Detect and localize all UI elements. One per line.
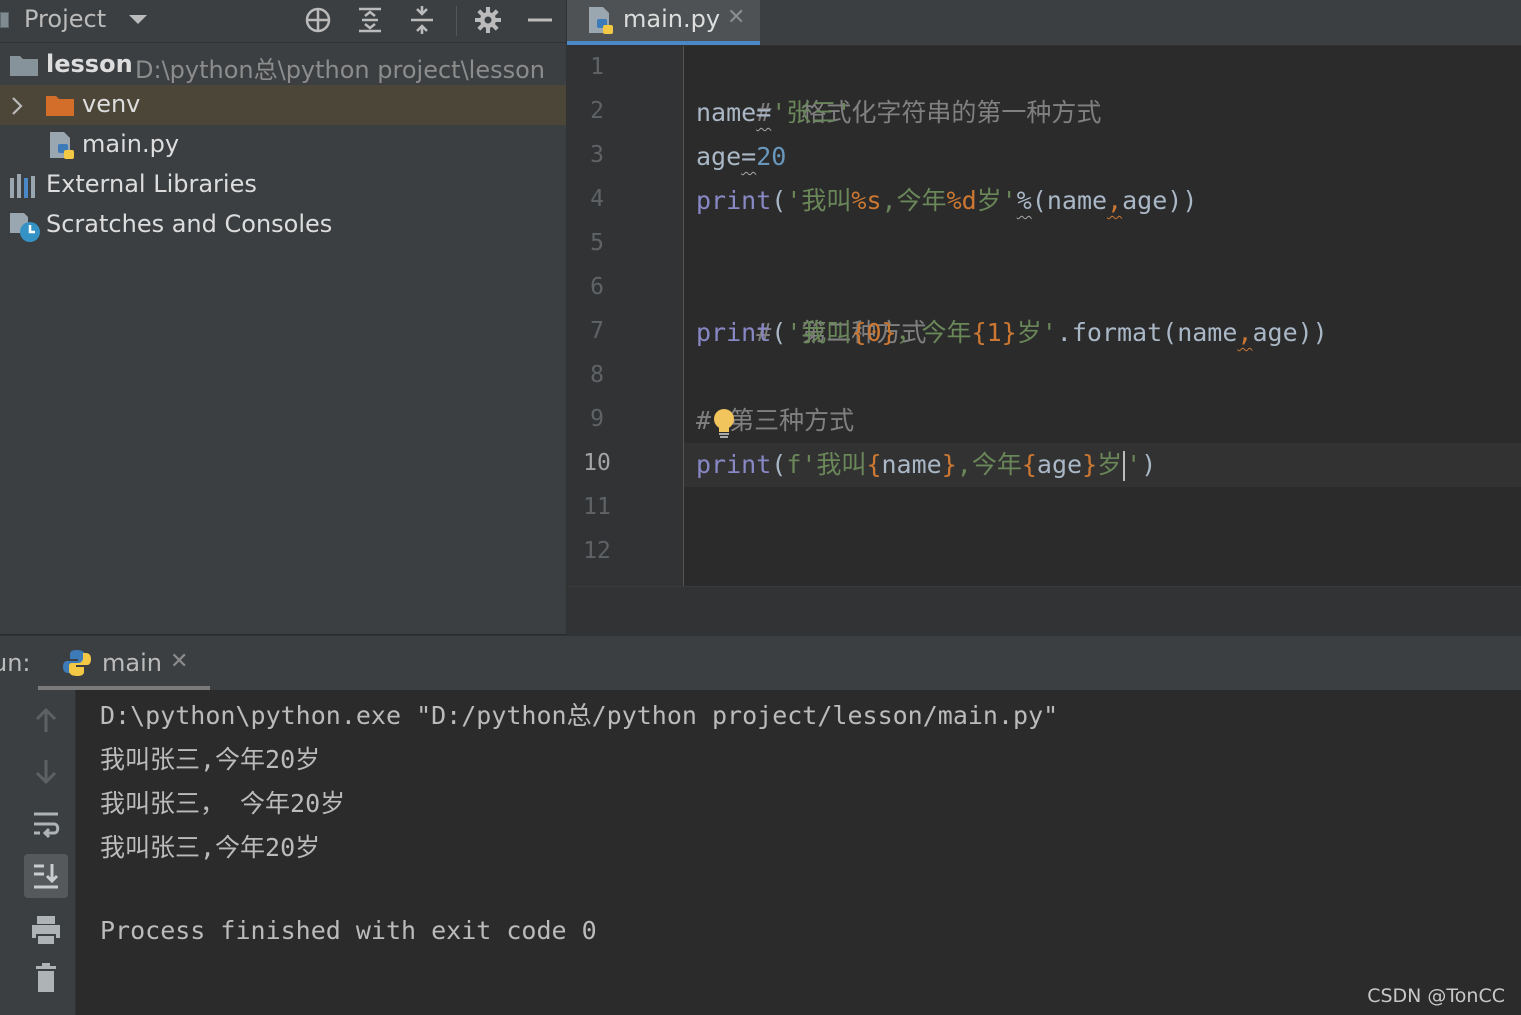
collapse-all-icon[interactable] bbox=[408, 6, 436, 34]
line-number: 12 bbox=[583, 538, 611, 564]
close-icon[interactable]: ✕ bbox=[170, 649, 188, 674]
line-number: 3 bbox=[590, 142, 604, 168]
line-number: 4 bbox=[590, 186, 604, 212]
library-icon bbox=[10, 174, 35, 198]
tree-item-scratches[interactable]: Scratches and Consoles bbox=[0, 205, 566, 245]
print-icon[interactable] bbox=[24, 908, 68, 952]
code-line-6: # 第二种方式 bbox=[756, 318, 927, 347]
minimize-icon[interactable] bbox=[526, 6, 554, 34]
tree-item-external-libraries[interactable]: External Libraries bbox=[0, 165, 566, 205]
trash-icon[interactable] bbox=[24, 956, 68, 1000]
code-line-10: print(f'我叫{name},今年{age}岁 ') bbox=[696, 450, 1157, 481]
lightbulb-icon[interactable] bbox=[711, 408, 737, 440]
gear-icon[interactable] bbox=[474, 6, 502, 34]
line-number: 8 bbox=[590, 362, 604, 388]
line-number-gutter: 1 2 3 4 5 6 7 8 9 10 11 12 bbox=[567, 46, 684, 586]
line-number: 5 bbox=[590, 230, 604, 256]
run-toolbar bbox=[18, 690, 76, 1015]
arrow-down-icon[interactable] bbox=[24, 750, 68, 794]
run-tab-label: main bbox=[102, 649, 162, 677]
line-number: 6 bbox=[590, 274, 604, 300]
editor-empty-area bbox=[567, 586, 1521, 635]
tree-item-label: venv bbox=[82, 90, 141, 118]
line-number: 9 bbox=[590, 406, 604, 432]
line-number: 2 bbox=[590, 98, 604, 124]
tab-main-py[interactable]: main.py ✕ bbox=[567, 0, 760, 45]
project-tool-window: Project lesson D:\python总\python project… bbox=[0, 0, 567, 634]
tree-item-label: lesson bbox=[46, 50, 133, 78]
project-panel-header: Project bbox=[0, 0, 566, 43]
chevron-down-icon[interactable] bbox=[128, 13, 148, 27]
code-line-2: name='张三' bbox=[696, 98, 852, 127]
python-icon bbox=[63, 650, 91, 676]
tree-item-label: Scratches and Consoles bbox=[46, 210, 333, 238]
code-line-1: # 格式化字符串的第一种方式 bbox=[756, 98, 1102, 127]
console-line: 我叫张三,今年20岁 bbox=[100, 745, 321, 774]
line-number: 7 bbox=[590, 318, 604, 344]
project-view-icon bbox=[0, 12, 9, 28]
line-number: 10 bbox=[583, 450, 611, 476]
run-panel-label: un: bbox=[0, 649, 31, 677]
console-line: Process finished with exit code 0 bbox=[100, 916, 597, 945]
tree-item-venv[interactable]: venv bbox=[0, 85, 566, 125]
tree-item-main-py[interactable]: main.py bbox=[0, 125, 566, 165]
scratches-icon bbox=[10, 213, 40, 242]
toolbar-separator bbox=[456, 6, 457, 36]
tree-item-label: main.py bbox=[82, 130, 180, 158]
code-line-7: print('我叫{0}，今年{1}岁'.format(name,age)) bbox=[696, 318, 1328, 347]
python-file-icon bbox=[50, 132, 74, 159]
code-line-4: print('我叫%s,今年%d岁'%(name,age)) bbox=[696, 186, 1198, 215]
console-line: D:\python\python.exe "D:/python总/python … bbox=[100, 701, 1059, 730]
tab-label: main.py bbox=[623, 5, 721, 33]
active-tab-indicator bbox=[567, 41, 760, 45]
editor-tab-bar: main.py ✕ bbox=[567, 0, 1521, 46]
arrow-up-icon[interactable] bbox=[24, 698, 68, 742]
code-editor[interactable]: # 格式化字符串的第一种方式 name='张三' age=20 print('我… bbox=[684, 46, 1521, 586]
run-side-strip bbox=[0, 690, 18, 1015]
folder-icon bbox=[10, 56, 38, 76]
run-tab-main[interactable]: main ✕ bbox=[38, 636, 210, 690]
folder-icon bbox=[46, 96, 74, 116]
watermark: CSDN @TonCC bbox=[1367, 985, 1505, 1007]
tree-item-path: D:\python总\python project\lesson bbox=[135, 56, 545, 84]
run-panel-header: un: main ✕ bbox=[0, 635, 1521, 691]
project-view-selector[interactable]: Project bbox=[24, 5, 106, 33]
close-icon[interactable]: ✕ bbox=[727, 5, 745, 30]
soft-wrap-icon[interactable] bbox=[24, 802, 68, 846]
locate-file-icon[interactable] bbox=[304, 6, 332, 34]
code-line-3: age=20 bbox=[696, 142, 787, 171]
console-line: 我叫张三,今年20岁 bbox=[100, 833, 321, 862]
scroll-to-end-icon[interactable] bbox=[24, 854, 68, 898]
python-file-icon bbox=[589, 7, 613, 34]
line-number: 1 bbox=[590, 54, 604, 80]
line-number: 11 bbox=[583, 494, 611, 520]
console-line: 我叫张三， 今年20岁 bbox=[100, 789, 346, 818]
expand-all-icon[interactable] bbox=[356, 6, 384, 34]
chevron-right-icon[interactable] bbox=[10, 96, 24, 116]
tree-item-label: External Libraries bbox=[46, 170, 257, 198]
run-console-output[interactable]: D:\python\python.exe "D:/python总/python … bbox=[76, 690, 1521, 1015]
text-caret bbox=[1123, 451, 1126, 481]
tree-item-lesson[interactable]: lesson D:\python总\python project\lesson bbox=[0, 45, 566, 85]
